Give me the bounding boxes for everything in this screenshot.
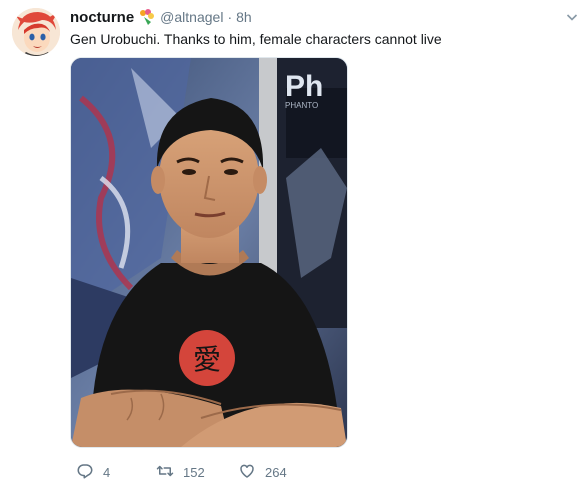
tweet-header: nocturne @altnagel · 8h [70, 7, 252, 27]
handle[interactable]: @altnagel [160, 9, 223, 25]
reply-button[interactable]: 4 [76, 462, 156, 483]
display-name[interactable]: nocturne [70, 9, 134, 26]
like-button[interactable]: 264 [238, 462, 287, 483]
retweet-button[interactable]: 152 [156, 462, 238, 483]
tweet-text: Gen Urobuchi. Thanks to him, female char… [70, 31, 442, 47]
avatar[interactable] [12, 8, 60, 56]
bouquet-icon [138, 8, 156, 26]
tweet-photo[interactable]: Ph PHANTO 愛 [70, 57, 348, 448]
reply-count: 4 [103, 464, 111, 480]
reply-icon [76, 462, 94, 483]
photo-illustration: Ph PHANTO 愛 [71, 58, 347, 447]
retweet-count: 152 [183, 464, 205, 480]
chevron-down-icon[interactable] [566, 10, 578, 22]
tweet-actions: 4 152 264 [76, 462, 287, 482]
separator: · [227, 9, 233, 25]
tweet[interactable]: nocturne @altnagel · 8h Gen Urobuchi. Th… [0, 0, 588, 493]
timestamp[interactable]: 8h [236, 9, 252, 25]
avatar-icon [12, 8, 60, 56]
retweet-icon [156, 462, 174, 483]
shirt-kanji: 愛 [193, 343, 221, 376]
poster-subtext: PHANTO [285, 101, 318, 110]
heart-icon [238, 462, 256, 483]
poster-text: Ph [285, 70, 323, 103]
like-count: 264 [265, 464, 287, 480]
